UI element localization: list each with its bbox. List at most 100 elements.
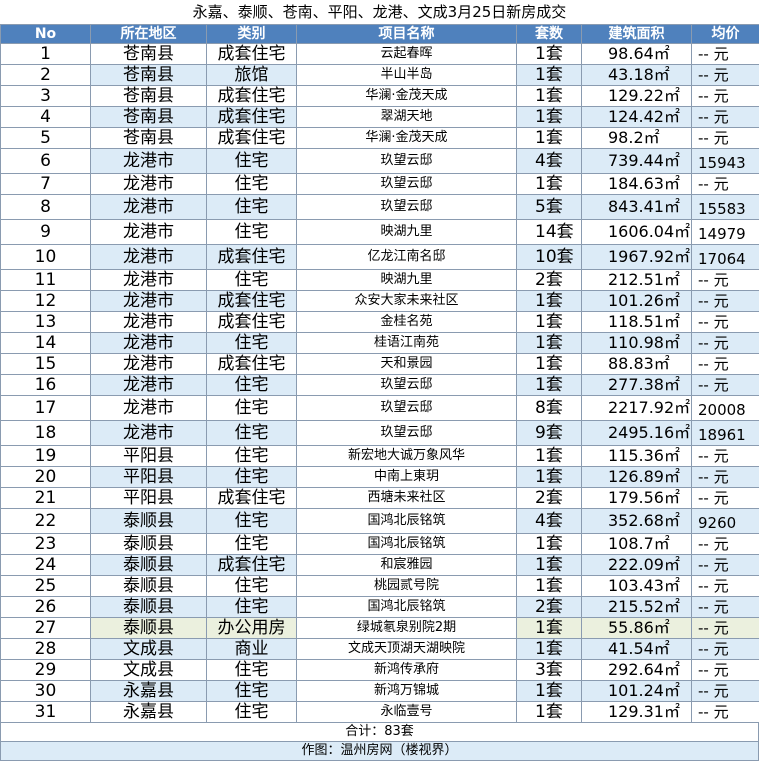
table-row: 20平阳县住宅中南上東玥1套126.89㎡-- 元 (1, 467, 759, 488)
cell-avg: -- 元 (692, 270, 759, 291)
cell-project: 国鸿北辰铭筑 (297, 509, 517, 534)
cell-count: 1套 (517, 128, 582, 149)
cell-no: 6 (1, 149, 91, 174)
cell-no: 29 (1, 660, 91, 681)
cell-avg: 14979 (692, 220, 759, 245)
cell-avg: -- 元 (692, 333, 759, 354)
cell-area: 126.89㎡ (582, 467, 692, 488)
cell-area: 352.68㎡ (582, 509, 692, 534)
cell-region: 平阳县 (91, 446, 207, 467)
cell-area: 55.86㎡ (582, 618, 692, 639)
cell-region: 泰顺县 (91, 534, 207, 555)
cell-no: 7 (1, 174, 91, 195)
cell-project: 和宸雅园 (297, 555, 517, 576)
cell-region: 龙港市 (91, 312, 207, 333)
cell-type: 住宅 (207, 195, 297, 220)
col-header-project: 项目名称 (297, 25, 517, 44)
cell-project: 华澜·金茂天成 (297, 86, 517, 107)
cell-no: 31 (1, 702, 91, 723)
cell-region: 平阳县 (91, 488, 207, 509)
cell-count: 8套 (517, 396, 582, 421)
cell-no: 14 (1, 333, 91, 354)
cell-area: 101.26㎡ (582, 291, 692, 312)
cell-project: 玖望云邸 (297, 421, 517, 446)
cell-avg: -- 元 (692, 555, 759, 576)
cell-region: 苍南县 (91, 107, 207, 128)
cell-type: 成套住宅 (207, 107, 297, 128)
cell-avg: -- 元 (692, 174, 759, 195)
sheet-title: 永嘉、泰顺、苍南、平阳、龙港、文成3月25日新房成交 (0, 0, 759, 24)
cell-avg: -- 元 (692, 446, 759, 467)
cell-count: 14套 (517, 220, 582, 245)
cell-type: 成套住宅 (207, 44, 297, 65)
cell-region: 泰顺县 (91, 555, 207, 576)
cell-avg: -- 元 (692, 375, 759, 396)
table-row: 31永嘉县住宅永临壹号1套129.31㎡-- 元 (1, 702, 759, 723)
cell-area: 129.22㎡ (582, 86, 692, 107)
table-row: 11龙港市住宅映湖九里2套212.51㎡-- 元 (1, 270, 759, 291)
cell-type: 住宅 (207, 576, 297, 597)
cell-project: 玖望云邸 (297, 375, 517, 396)
cell-no: 8 (1, 195, 91, 220)
cell-area: 1606.04㎡ (582, 220, 692, 245)
table-row: 7龙港市住宅玖望云邸1套184.63㎡-- 元 (1, 174, 759, 195)
cell-no: 18 (1, 421, 91, 446)
cell-region: 泰顺县 (91, 597, 207, 618)
cell-type: 旅馆 (207, 65, 297, 86)
cell-type: 成套住宅 (207, 291, 297, 312)
cell-area: 2495.16㎡ (582, 421, 692, 446)
cell-area: 292.64㎡ (582, 660, 692, 681)
cell-no: 27 (1, 618, 91, 639)
cell-avg: 18961 (692, 421, 759, 446)
cell-avg: -- 元 (692, 488, 759, 509)
cell-project: 映湖九里 (297, 220, 517, 245)
table-row: 6龙港市住宅玖望云邸4套739.44㎡15943 (1, 149, 759, 174)
cell-no: 2 (1, 65, 91, 86)
cell-type: 住宅 (207, 446, 297, 467)
cell-type: 住宅 (207, 660, 297, 681)
cell-avg: -- 元 (692, 618, 759, 639)
cell-region: 龙港市 (91, 245, 207, 270)
cell-count: 1套 (517, 86, 582, 107)
cell-no: 16 (1, 375, 91, 396)
cell-count: 1套 (517, 534, 582, 555)
cell-avg: -- 元 (692, 86, 759, 107)
sales-sheet: 永嘉、泰顺、苍南、平阳、龙港、文成3月25日新房成交 No 所在地区 类别 项目… (0, 0, 759, 736)
cell-avg: -- 元 (692, 44, 759, 65)
cell-no: 12 (1, 291, 91, 312)
table-row: 26泰顺县住宅国鸿北辰铭筑2套215.52㎡-- 元 (1, 597, 759, 618)
table-row: 24泰顺县成套住宅和宸雅园1套222.09㎡-- 元 (1, 555, 759, 576)
cell-region: 永嘉县 (91, 681, 207, 702)
cell-type: 成套住宅 (207, 86, 297, 107)
cell-area: 179.56㎡ (582, 488, 692, 509)
cell-count: 4套 (517, 149, 582, 174)
cell-no: 22 (1, 509, 91, 534)
cell-project: 西塘未来社区 (297, 488, 517, 509)
cell-count: 1套 (517, 446, 582, 467)
table-row: 30永嘉县住宅新鸿万锦城1套101.24㎡-- 元 (1, 681, 759, 702)
table-row: 3苍南县成套住宅华澜·金茂天成1套129.22㎡-- 元 (1, 86, 759, 107)
cell-count: 1套 (517, 354, 582, 375)
cell-region: 泰顺县 (91, 618, 207, 639)
cell-area: 222.09㎡ (582, 555, 692, 576)
cell-avg: -- 元 (692, 291, 759, 312)
cell-count: 1套 (517, 44, 582, 65)
cell-type: 成套住宅 (207, 245, 297, 270)
cell-avg: -- 元 (692, 65, 759, 86)
table-row: 10龙港市成套住宅亿龙江南名邸10套1967.92㎡17064 (1, 245, 759, 270)
cell-type: 住宅 (207, 509, 297, 534)
cell-no: 4 (1, 107, 91, 128)
cell-count: 1套 (517, 375, 582, 396)
cell-no: 13 (1, 312, 91, 333)
cell-area: 124.42㎡ (582, 107, 692, 128)
cell-type: 住宅 (207, 534, 297, 555)
cell-count: 3套 (517, 660, 582, 681)
table-row: 8龙港市住宅玖望云邸5套843.41㎡15583 (1, 195, 759, 220)
col-header-region: 所在地区 (91, 25, 207, 44)
cell-region: 平阳县 (91, 467, 207, 488)
cell-avg: 15583 (692, 195, 759, 220)
cell-project: 新鸿万锦城 (297, 681, 517, 702)
cell-count: 1套 (517, 555, 582, 576)
col-header-avg: 均价 (692, 25, 759, 44)
cell-region: 龙港市 (91, 149, 207, 174)
